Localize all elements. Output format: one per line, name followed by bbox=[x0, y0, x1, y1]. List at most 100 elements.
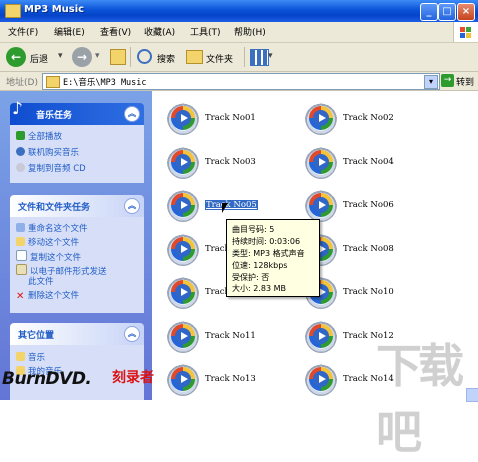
address-input[interactable]: E:\音乐\MP3 Music ▾ bbox=[42, 73, 440, 90]
place-music[interactable]: 音乐 bbox=[16, 351, 45, 363]
media-file-icon bbox=[167, 231, 199, 266]
views-icon[interactable] bbox=[250, 49, 269, 66]
track-label: Track No01 bbox=[205, 113, 256, 123]
track-item[interactable]: Track No04 bbox=[305, 144, 455, 179]
music-tasks-panel: 全部播放 联机购买音乐 复制到音频 CD bbox=[10, 125, 144, 183]
other-places-title: 其它位置 bbox=[18, 331, 55, 341]
task-copy-to-cd[interactable]: 复制到音频 CD bbox=[16, 162, 86, 174]
go-arrow-icon[interactable]: → bbox=[441, 74, 454, 87]
back-dropdown-icon[interactable]: ▾ bbox=[58, 51, 63, 61]
delete-x-icon: ✕ bbox=[16, 291, 25, 302]
address-label: 地址(D) bbox=[6, 78, 38, 88]
menu-favorites[interactable]: 收藏(A) bbox=[144, 25, 175, 38]
collapse-chevron-icon[interactable]: ︽ bbox=[124, 106, 140, 122]
watermark-brand: BurnDVD. bbox=[2, 369, 92, 389]
tooltip-line: 受保护: 否 bbox=[232, 273, 270, 282]
track-item[interactable]: Track No11 bbox=[167, 318, 317, 353]
media-file-icon bbox=[167, 275, 199, 309]
track-item[interactable]: Track No05 bbox=[167, 188, 317, 222]
address-path: E:\音乐\MP3 Music bbox=[63, 78, 147, 88]
rename-icon bbox=[16, 223, 25, 232]
media-file-icon bbox=[305, 362, 337, 396]
forward-arrow-icon[interactable]: → bbox=[72, 47, 92, 67]
file-tasks-title: 文件和文件夹任务 bbox=[18, 203, 91, 213]
views-dropdown-icon[interactable]: ▾ bbox=[268, 51, 273, 61]
folder-icon bbox=[5, 4, 21, 18]
back-arrow-icon[interactable]: ← bbox=[6, 47, 26, 67]
media-file-icon bbox=[305, 144, 337, 179]
track-label: Track No11 bbox=[205, 330, 256, 341]
media-file-icon bbox=[305, 318, 337, 353]
close-button[interactable]: × bbox=[457, 3, 475, 21]
title-bar[interactable]: MP3 Music _ □ × bbox=[0, 0, 478, 23]
email-icon bbox=[16, 264, 27, 275]
folders-button[interactable]: 文件夹 bbox=[206, 52, 233, 65]
track-label: Track No04 bbox=[343, 156, 394, 167]
menu-file[interactable]: 文件(F) bbox=[8, 25, 38, 38]
menu-help[interactable]: 帮助(H) bbox=[234, 25, 266, 38]
task-email-cont[interactable]: 此文件 bbox=[28, 275, 54, 287]
address-dropdown-icon[interactable]: ▾ bbox=[424, 75, 438, 89]
watermark-logo: 下载吧 bbox=[376, 339, 464, 459]
track-label: Track No05 bbox=[205, 200, 258, 210]
task-rename[interactable]: 重命名这个文件 bbox=[16, 222, 88, 234]
other-places-header[interactable]: 其它位置 ︽ bbox=[10, 323, 144, 345]
move-icon bbox=[16, 237, 25, 246]
tooltip-line: 大小: 2.83 MB bbox=[232, 284, 286, 293]
task-copy[interactable]: 复制这个文件 bbox=[16, 250, 81, 263]
back-button[interactable]: 后退 bbox=[30, 52, 48, 65]
menu-bar: 文件(F) 编辑(E) 查看(V) 收藏(A) 工具(T) 帮助(H) bbox=[0, 22, 478, 43]
media-file-icon bbox=[167, 144, 199, 179]
copy-icon bbox=[16, 250, 27, 261]
search-button[interactable]: 搜索 bbox=[157, 52, 175, 65]
menu-view[interactable]: 查看(V) bbox=[100, 25, 131, 38]
minimize-button[interactable]: _ bbox=[420, 3, 438, 21]
track-item[interactable]: Track No06 bbox=[305, 188, 455, 222]
file-info-tooltip: 曲目号码: 5 持续时间: 0:03:06 类型: MP3 格式声音 位速: 1… bbox=[226, 219, 320, 297]
folder-icon bbox=[46, 76, 60, 88]
track-item[interactable]: Track No03 bbox=[167, 144, 317, 179]
task-buy-music[interactable]: 联机购买音乐 bbox=[16, 146, 79, 158]
task-move[interactable]: 移动这个文件 bbox=[16, 236, 79, 248]
forward-dropdown-icon[interactable]: ▾ bbox=[95, 51, 100, 61]
tooltip-line: 类型: MP3 格式声音 bbox=[232, 249, 305, 258]
file-tasks-panel: 重命名这个文件 移动这个文件 复制这个文件 以电子邮件形式发送 此文件 ✕ 删除这… bbox=[10, 217, 144, 313]
window-title: MP3 Music bbox=[24, 4, 85, 15]
watermark-brand-cn: 刻录者 bbox=[112, 370, 154, 386]
collapse-chevron-icon[interactable]: ︽ bbox=[124, 326, 140, 342]
go-button[interactable]: 转到 bbox=[456, 75, 474, 88]
folder-icon bbox=[16, 352, 25, 361]
toolbar-separator bbox=[244, 47, 245, 67]
media-file-icon bbox=[305, 101, 337, 135]
track-label: Track No03 bbox=[205, 156, 256, 167]
toolbar-separator bbox=[130, 47, 131, 67]
globe-icon bbox=[16, 147, 25, 156]
search-icon[interactable] bbox=[137, 49, 152, 64]
cd-icon bbox=[16, 163, 25, 172]
music-note-icon: ♪ bbox=[12, 99, 23, 119]
collapse-chevron-icon[interactable]: ︽ bbox=[124, 198, 140, 214]
track-label: Track No08 bbox=[343, 243, 394, 254]
menu-edit[interactable]: 编辑(E) bbox=[54, 25, 85, 38]
track-item[interactable]: Track No02 bbox=[305, 101, 455, 135]
track-item[interactable]: Track No10 bbox=[305, 275, 455, 309]
task-delete[interactable]: ✕ 删除这个文件 bbox=[16, 289, 79, 302]
track-item[interactable]: Track No01 bbox=[167, 101, 317, 135]
music-tasks-header[interactable]: ♪ 音乐任务 ︽ bbox=[10, 99, 144, 125]
task-play-all[interactable]: 全部播放 bbox=[16, 130, 62, 142]
menu-tools[interactable]: 工具(T) bbox=[190, 25, 221, 38]
maximize-button[interactable]: □ bbox=[438, 3, 456, 21]
mouse-cursor-icon bbox=[222, 203, 228, 213]
track-label: Track No13 bbox=[205, 374, 256, 384]
track-item[interactable]: Track No13 bbox=[167, 362, 317, 396]
media-file-icon bbox=[167, 362, 199, 396]
up-folder-icon[interactable] bbox=[110, 49, 126, 65]
track-item[interactable]: Track No08 bbox=[305, 231, 455, 266]
folders-icon[interactable] bbox=[186, 50, 203, 64]
windows-logo-icon bbox=[453, 22, 478, 42]
music-tasks-title: 音乐任务 bbox=[36, 111, 73, 121]
file-tasks-header[interactable]: 文件和文件夹任务 ︽ bbox=[10, 195, 144, 217]
track-label: Track No10 bbox=[343, 287, 394, 297]
tooltip-line: 持续时间: 0:03:06 bbox=[232, 237, 301, 246]
media-file-icon bbox=[167, 188, 199, 222]
